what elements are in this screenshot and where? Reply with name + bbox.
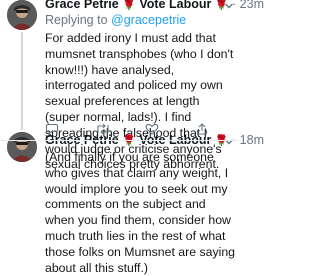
replying-to: Replying to @gracepetrie bbox=[45, 13, 186, 27]
timestamp[interactable]: 18m bbox=[240, 133, 264, 147]
avatar[interactable] bbox=[7, 132, 37, 162]
chevron-down-icon[interactable] bbox=[224, 137, 234, 147]
chevron-down-icon[interactable] bbox=[224, 1, 234, 11]
rose-icon: 🌹 bbox=[122, 0, 136, 11]
thread-line bbox=[21, 32, 23, 128]
tweet-divider bbox=[0, 140, 240, 141]
avatar-photo bbox=[7, 0, 37, 30]
display-name[interactable]: Grace Petrie bbox=[45, 0, 119, 11]
rose-icon: 🌹 bbox=[122, 135, 136, 147]
replying-prefix: Replying to bbox=[45, 13, 108, 27]
thread-line bbox=[21, 116, 23, 130]
vote-label: Vote Labour bbox=[139, 0, 212, 11]
tweet-text: (And finally if you are someone who give… bbox=[45, 150, 236, 275]
replying-handle[interactable]: @gracepetrie bbox=[111, 13, 186, 27]
avatar[interactable] bbox=[7, 0, 37, 30]
avatar-photo bbox=[7, 132, 37, 162]
timestamp[interactable]: 23m bbox=[240, 0, 264, 11]
